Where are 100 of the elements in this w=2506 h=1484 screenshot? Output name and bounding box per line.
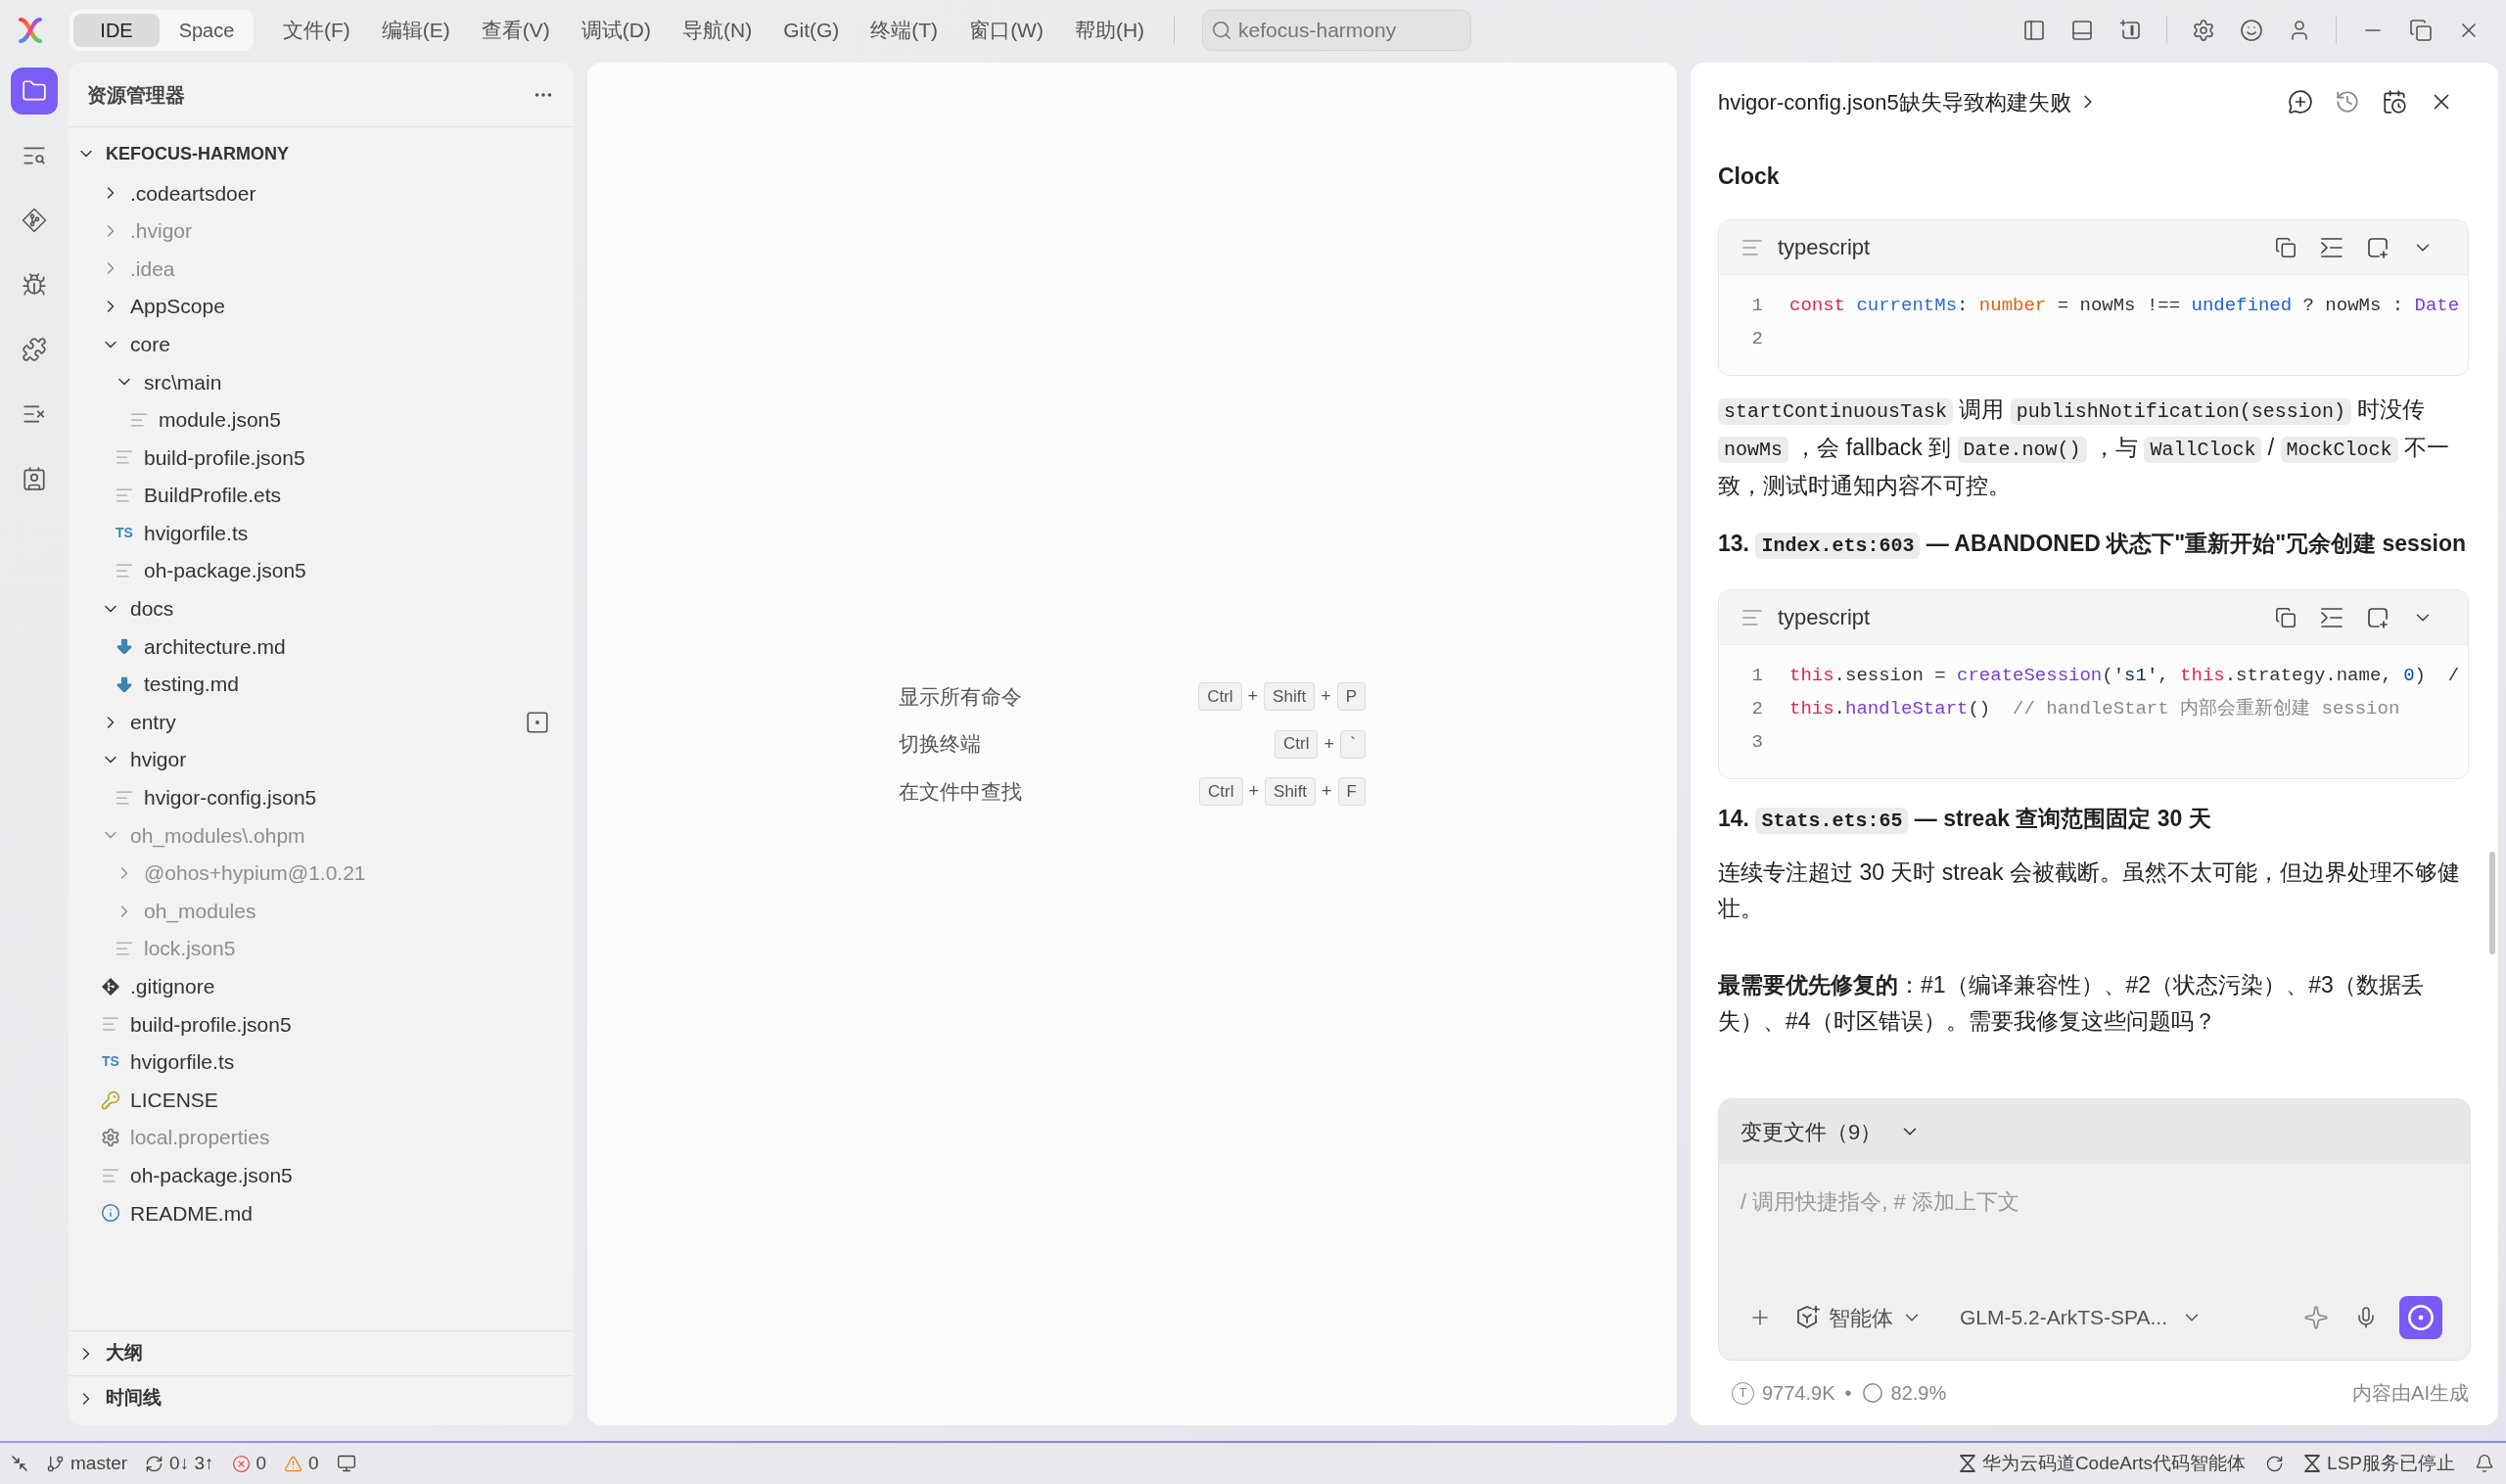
- remote-icon[interactable]: [11, 1455, 28, 1472]
- file-item[interactable]: oh-package.json5: [69, 1156, 574, 1195]
- down-arrow-icon: [115, 636, 134, 657]
- file-item[interactable]: testing.md: [69, 665, 574, 704]
- folder-item[interactable]: hvigor: [69, 740, 574, 779]
- menu-item[interactable]: 调试(D): [580, 15, 651, 46]
- copy-icon[interactable]: [2275, 236, 2297, 258]
- file-item[interactable]: README.md: [69, 1194, 574, 1232]
- status-item[interactable]: LSP服务已停止: [2303, 1449, 2455, 1478]
- token-count: 9774.9K: [1762, 1381, 1835, 1406]
- refresh-icon[interactable]: [2265, 1454, 2285, 1473]
- status-item[interactable]: 0: [231, 1449, 267, 1478]
- file-item[interactable]: build-profile.json5: [69, 1005, 574, 1043]
- section-header[interactable]: 大纲: [69, 1330, 574, 1375]
- file-item[interactable]: .gitignore: [69, 967, 574, 1006]
- chat-paragraph: 连续专注超过 30 天时 streak 会被截断。虽然不太可能，但边界处理不够健壮。: [1718, 858, 2461, 923]
- folder-item[interactable]: KEFOCUS-HARMONY: [69, 133, 574, 174]
- key-cap: Shift: [1265, 777, 1317, 806]
- search-box[interactable]: kefocus-harmony: [1202, 10, 1472, 51]
- branch-diamond-icon: [22, 208, 47, 233]
- chat-title: hvigor-config.json5缺失导致构建失败: [1718, 88, 2071, 116]
- calendar-clock-icon[interactable]: [2382, 89, 2407, 115]
- panel-bottom-icon[interactable]: [2070, 19, 2094, 42]
- settings-icon[interactable]: [2192, 19, 2215, 42]
- smiley-icon[interactable]: [2240, 19, 2263, 42]
- context-usage: 82.9%: [1890, 1381, 1947, 1406]
- key-cap: Shift: [1264, 682, 1316, 711]
- status-item[interactable]: 华为云码道CodeArts代码智能体: [1958, 1449, 2247, 1478]
- id-card-icon: [22, 466, 47, 491]
- menu-item[interactable]: 终端(T): [870, 15, 939, 46]
- file-item[interactable]: TS hvigorfile.ts: [69, 1043, 574, 1082]
- file-item[interactable]: LICENSE: [69, 1081, 574, 1119]
- model-selector[interactable]: GLM-5.2-ArkTS-SPA...: [1960, 1302, 2203, 1333]
- folder-item[interactable]: core: [69, 325, 574, 363]
- file-item[interactable]: oh-package.json5: [69, 551, 574, 590]
- issue-heading: 14. Stats.ets:65 — streak 查询范围固定 30 天: [1718, 805, 2212, 836]
- sparkle-icon[interactable]: [2303, 1305, 2329, 1330]
- bell-icon[interactable]: [2475, 1454, 2494, 1473]
- status-item[interactable]: 0: [284, 1449, 319, 1478]
- monitor-icon[interactable]: [336, 1454, 356, 1473]
- chat-paragraph: 最需要优先修复的：#1（编译兼容性）、#2（状态污染）、#3（数据丢失）、#4（时区错误）。需要我修复这些问题吗？: [1718, 971, 2425, 1036]
- file-type-label: TS: [115, 524, 134, 543]
- changed-files-toggle[interactable]: 变更文件（9）: [1719, 1099, 2470, 1164]
- insert-icon[interactable]: [2320, 236, 2344, 258]
- key-separator: +: [1322, 780, 1332, 803]
- copy-icon[interactable]: [2275, 606, 2297, 628]
- folder-item[interactable]: .codeartsdoer: [69, 174, 574, 212]
- new-chat-icon[interactable]: [2288, 89, 2313, 115]
- scrollbar-thumb[interactable]: [2489, 852, 2495, 954]
- folder-item[interactable]: AppScope: [69, 287, 574, 326]
- line-number: 2: [1750, 326, 1763, 351]
- heading-text: Clock: [1718, 162, 1781, 191]
- folder-item[interactable]: entry: [69, 703, 574, 741]
- file-item[interactable]: TS hvigorfile.ts: [69, 514, 574, 552]
- menu-item[interactable]: 帮助(H): [1074, 15, 1145, 46]
- hourglass-icon: [2303, 1454, 2322, 1473]
- folder-item[interactable]: docs: [69, 589, 574, 628]
- menu-item[interactable]: 查看(V): [481, 15, 550, 46]
- file-item[interactable]: BuildProfile.ets: [69, 476, 574, 515]
- search-field[interactable]: kefocus-harmony: [1238, 15, 1463, 46]
- menu-item[interactable]: Git(G): [783, 15, 840, 46]
- agent-selector[interactable]: 智能体: [1795, 1301, 1923, 1334]
- code-language: typescript: [1778, 234, 1871, 261]
- activity-button[interactable]: [11, 68, 58, 115]
- key-cap: F: [1337, 777, 1366, 806]
- info-icon: [101, 1203, 120, 1224]
- sync-icon: [145, 1454, 164, 1473]
- stop-icon: [2407, 1304, 2435, 1331]
- file-item[interactable]: build-profile.json5: [69, 439, 574, 477]
- new-file-icon[interactable]: [2367, 236, 2389, 258]
- separator-dot: •: [1844, 1381, 1852, 1406]
- restore-icon[interactable]: [2409, 19, 2433, 42]
- code-language: typescript: [1778, 604, 1871, 631]
- ai-panel-icon[interactable]: [2118, 19, 2142, 42]
- down-arrow-icon: [115, 674, 134, 694]
- file-item[interactable]: module.json5: [69, 400, 574, 440]
- status-item[interactable]: master: [46, 1449, 128, 1478]
- status-item[interactable]: 0↓ 3↑: [145, 1449, 214, 1478]
- ai-disclaimer: 内容由AI生成: [2352, 1381, 2469, 1406]
- key-separator: +: [1321, 685, 1331, 708]
- folder-item[interactable]: src\main: [69, 362, 574, 401]
- insert-icon[interactable]: [2320, 606, 2344, 628]
- chat-input[interactable]: / 调用快捷指令, # 添加上下文: [1740, 1185, 2448, 1225]
- mode-tab[interactable]: Space: [163, 14, 250, 47]
- file-item[interactable]: hvigor-config.json5: [69, 778, 574, 817]
- history-icon[interactable]: [2335, 89, 2360, 115]
- menu-item[interactable]: 编辑(E): [381, 15, 450, 46]
- branch-icon: [46, 1454, 65, 1473]
- section-header[interactable]: 时间线: [69, 1375, 574, 1420]
- menu-item[interactable]: 文件(F): [283, 15, 350, 46]
- stop-button[interactable]: [2399, 1296, 2442, 1339]
- new-file-icon[interactable]: [2367, 606, 2389, 628]
- app-logo[interactable]: [18, 17, 43, 44]
- file-item[interactable]: architecture.md: [69, 627, 574, 666]
- menu-item[interactable]: 窗口(W): [969, 15, 1044, 46]
- menu-item[interactable]: 导航(N): [682, 15, 753, 46]
- line-number: 1: [1750, 663, 1763, 688]
- gear-icon: [101, 1128, 120, 1148]
- panel-left-icon[interactable]: [2022, 19, 2046, 42]
- mode-tab[interactable]: IDE: [73, 14, 160, 47]
